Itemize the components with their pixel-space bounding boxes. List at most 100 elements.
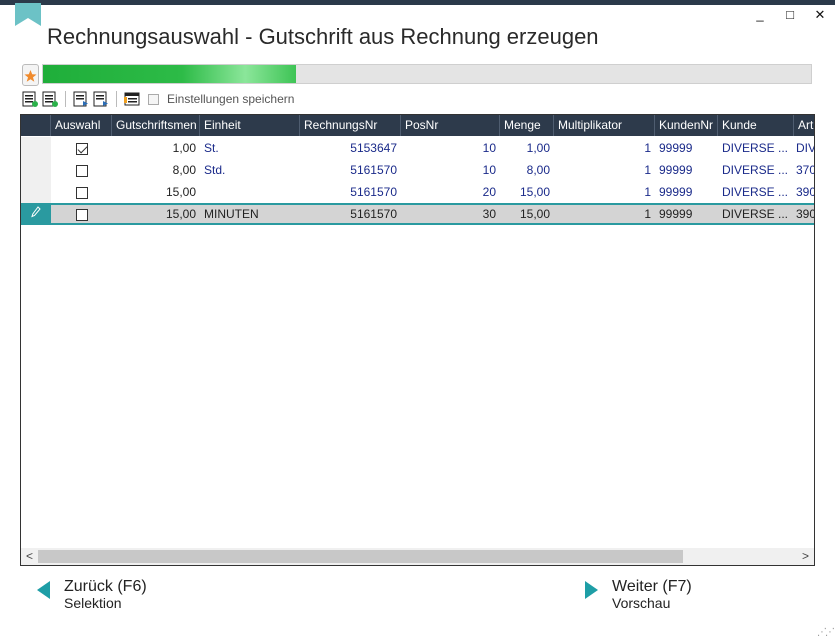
menge-cell: 8,00 [526, 163, 550, 177]
rechnungsnr-cell: 5161570 [350, 163, 397, 177]
art-cell: 390 [796, 207, 815, 221]
kundennr-cell: 99999 [659, 163, 693, 177]
auswahl-cell [51, 181, 112, 203]
menge-cell: 1,00 [526, 141, 550, 155]
einheit-cell: Std. [204, 163, 226, 177]
toolbar-divider [116, 91, 117, 107]
table-row[interactable]: 8,00 Std. 5161570 10 8,00 1 99999 DIVERS… [21, 159, 815, 181]
kunde-cell: DIVERSE ... [722, 207, 789, 221]
scroll-right-button[interactable]: > [797, 548, 814, 565]
edit-pencil-icon [31, 206, 41, 218]
save-settings-label: Einstellungen speichern [167, 92, 295, 106]
invoice-grid: Auswahl Gutschriftsmen Einheit Rechnungs… [20, 114, 815, 566]
next-button[interactable]: Weiter (F7) Vorschau [585, 578, 692, 612]
next-sublabel: Vorschau [612, 595, 671, 611]
header-rechnungsnr[interactable]: RechnungsNr [300, 115, 401, 136]
scroll-thumb[interactable] [38, 550, 683, 563]
horizontal-scrollbar[interactable]: < > [21, 548, 814, 565]
multiplikator-cell: 1 [644, 185, 651, 199]
next-label: Weiter (F7) [612, 578, 692, 595]
row-indicator [21, 137, 51, 159]
arrow-right-icon [585, 581, 598, 599]
kundennr-cell: 99999 [659, 141, 693, 155]
gutschriftsmenge-cell: 15,00 [165, 185, 196, 199]
kunde-cell: DIVERSE ... [722, 141, 789, 155]
select-all-icon[interactable] [22, 91, 38, 107]
progress-bar [42, 64, 812, 84]
multiplikator-cell: 1 [644, 141, 651, 155]
rechnungsnr-cell: 5161570 [350, 207, 397, 221]
kundennr-cell: 99999 [659, 185, 693, 199]
menge-cell: 15,00 [519, 207, 550, 221]
auswahl-cell [51, 205, 112, 223]
gutschriftsmenge-cell: 1,00 [172, 141, 196, 155]
einheit-cell [200, 181, 300, 203]
row-checkbox[interactable] [75, 142, 88, 155]
import-icon[interactable] [93, 91, 109, 107]
kundennr-cell: 99999 [659, 207, 693, 221]
rechnungsnr-cell: 5161570 [350, 185, 397, 199]
arrow-left-icon [37, 581, 50, 599]
auswahl-cell [51, 137, 112, 159]
maximize-button[interactable]: □ [783, 7, 797, 23]
rechnungsnr-cell: 5153647 [350, 141, 397, 155]
back-sublabel: Selektion [64, 595, 122, 611]
close-button[interactable]: ✕ [813, 7, 827, 23]
toolbar: Einstellungen speichern [22, 90, 294, 108]
row-checkbox[interactable] [75, 208, 88, 221]
window-top-bar [0, 0, 835, 5]
header-einheit[interactable]: Einheit [200, 115, 300, 136]
resize-grip-icon[interactable]: ⋰⋰ [817, 627, 835, 638]
header-gutschriftsmenge[interactable]: Gutschriftsmen [112, 115, 200, 136]
posnr-cell: 10 [482, 141, 496, 155]
header-kundennr[interactable]: KundenNr [655, 115, 718, 136]
header-indicator [21, 115, 51, 136]
auswahl-cell [51, 159, 112, 181]
bookmark-icon [15, 3, 41, 26]
posnr-cell: 20 [482, 185, 496, 199]
header-auswahl[interactable]: Auswahl [51, 115, 112, 136]
star-icon [24, 70, 37, 82]
row-indicator [21, 181, 51, 203]
page-title: Rechnungsauswahl - Gutschrift aus Rechnu… [47, 24, 599, 49]
export-icon[interactable] [73, 91, 89, 107]
scroll-left-button[interactable]: < [21, 548, 38, 565]
posnr-cell: 30 [482, 207, 496, 221]
header-art[interactable]: Art [794, 115, 814, 136]
wizard-step-icon [22, 64, 39, 86]
save-settings-checkbox[interactable] [148, 93, 159, 105]
art-cell: 390 [796, 185, 815, 199]
window-controls: _ □ ✕ [753, 7, 827, 23]
art-cell: 370 [796, 163, 815, 177]
back-button[interactable]: Zurück (F6) Selektion [37, 578, 147, 612]
toolbar-divider [65, 91, 66, 107]
row-checkbox[interactable] [75, 186, 88, 199]
progress-fill [43, 65, 297, 83]
einheit-cell: St. [204, 141, 219, 155]
kunde-cell: DIVERSE ... [722, 163, 789, 177]
back-label: Zurück (F6) [64, 578, 147, 595]
header-multiplikator[interactable]: Multiplikator [554, 115, 655, 136]
menge-cell: 15,00 [519, 185, 550, 199]
multiplikator-cell: 1 [644, 163, 651, 177]
row-checkbox[interactable] [75, 164, 88, 177]
header-kunde[interactable]: Kunde [718, 115, 794, 136]
grid-header: Auswahl Gutschriftsmen Einheit Rechnungs… [21, 115, 814, 136]
gutschriftsmenge-cell: 8,00 [172, 163, 196, 177]
row-indicator [21, 159, 51, 181]
minimize-button[interactable]: _ [753, 7, 767, 23]
header-posnr[interactable]: PosNr [401, 115, 500, 136]
row-indicator [21, 205, 51, 223]
header-menge[interactable]: Menge [500, 115, 554, 136]
einheit-cell: MINUTEN [204, 207, 259, 221]
multiplikator-cell: 1 [644, 207, 651, 221]
art-cell: DIV [796, 141, 815, 155]
table-row-selected[interactable]: 15,00 MINUTEN 5161570 30 15,00 1 99999 D… [21, 203, 815, 225]
posnr-cell: 10 [482, 163, 496, 177]
deselect-icon[interactable] [42, 91, 58, 107]
columns-icon[interactable] [124, 91, 140, 107]
gutschriftsmenge-cell: 15,00 [165, 207, 196, 221]
kunde-cell: DIVERSE ... [722, 185, 789, 199]
table-row[interactable]: 15,00 5161570 20 15,00 1 99999 DIVERSE .… [21, 181, 815, 203]
table-row[interactable]: 1,00 St. 5153647 10 1,00 1 99999 DIVERSE… [21, 137, 815, 159]
